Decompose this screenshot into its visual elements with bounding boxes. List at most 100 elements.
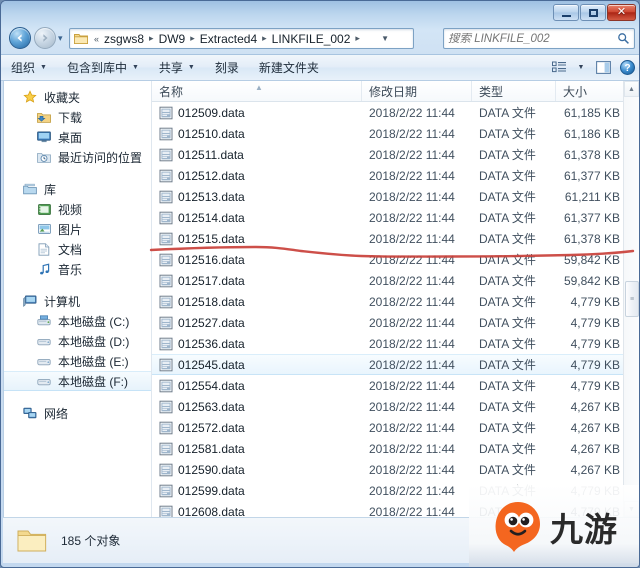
search-input[interactable] (448, 32, 617, 45)
table-row[interactable]: 012515.data 2018/2/22 11:44 DATA 文件 61,378 … (152, 228, 639, 249)
toolbar-share-button[interactable]: 共享 ▼ (149, 57, 205, 79)
breadcrumb-separator[interactable]: ▸ (262, 33, 267, 44)
sidebar-item-desktop[interactable]: 桌面 (4, 127, 151, 147)
sidebar-item-network[interactable]: 网络 (4, 403, 151, 423)
table-row[interactable]: 012512.data 2018/2/22 11:44 DATA 文件 61,377 … (152, 165, 639, 186)
sidebar-item-videos[interactable]: 视频 (4, 199, 151, 219)
table-row[interactable]: 012563.data 2018/2/22 11:44 DATA 文件 4,267 K… (152, 396, 639, 417)
table-row[interactable]: 012518.data 2018/2/22 11:44 DATA 文件 4,779 K… (152, 291, 639, 312)
table-row[interactable]: 012545.data 2018/2/22 11:44 DATA 文件 4,779 K… (152, 354, 639, 375)
file-date-cell: 2018/2/22 11:44 (369, 273, 455, 288)
file-name-cell: 012527.data (152, 316, 362, 330)
toolbar-burn-button[interactable]: 刻录 (205, 57, 249, 79)
recent-pages-button[interactable]: ▾ (58, 34, 67, 43)
scrollbar-thumb[interactable]: ≡ (625, 281, 639, 317)
view-list-icon (551, 61, 566, 73)
sidebar-item-computer[interactable]: 计算机 (4, 291, 151, 311)
file-type-cell: DATA 文件 (479, 211, 536, 225)
table-row[interactable]: 012514.data 2018/2/22 11:44 DATA 文件 61,377 … (152, 207, 639, 228)
breadcrumb-item-dw9[interactable]: DW9 (157, 31, 188, 47)
scroll-up-button[interactable]: ▲ (624, 81, 639, 97)
sidebar-item-downloads[interactable]: 下载 (4, 107, 151, 127)
minimize-button[interactable] (553, 4, 579, 21)
file-type-cell: DATA 文件 (479, 127, 536, 141)
toolbar-new-folder-button[interactable]: 新建文件夹 (249, 57, 329, 79)
breadcrumb-item-linkfile-002[interactable]: LINKFILE_002 (270, 31, 353, 47)
file-date-cell: 2018/2/22 11:44 (369, 126, 455, 141)
search-icon (618, 33, 629, 44)
sidebar-item-music[interactable]: 音乐 (4, 259, 151, 279)
sidebar-item-pictures[interactable]: 图片 (4, 219, 151, 239)
help-button[interactable]: ? (620, 60, 635, 75)
file-type-cell: DATA 文件 (479, 295, 536, 309)
data-file-icon (159, 127, 173, 140)
file-size-cell: 4,779 KB (570, 357, 620, 372)
table-row[interactable]: 012590.data 2018/2/22 11:44 DATA 文件 4,267 K… (152, 459, 639, 480)
table-row[interactable]: 012527.data 2018/2/22 11:44 DATA 文件 4,779 K… (152, 312, 639, 333)
change-view-button[interactable] (548, 58, 570, 78)
preview-pane-icon (595, 61, 611, 74)
forward-button[interactable] (34, 27, 56, 49)
table-row[interactable]: 012516.data 2018/2/22 11:44 DATA 文件 59,842 … (152, 249, 639, 270)
sidebar-item-documents[interactable]: 文档 (4, 239, 151, 259)
back-button[interactable] (9, 27, 31, 49)
sidebar-label: 视频 (58, 202, 83, 217)
sidebar-label: 桌面 (58, 130, 83, 145)
file-date-cell: 2018/2/22 11:44 (369, 504, 455, 518)
view-dropdown-button[interactable]: ▼ (570, 58, 592, 78)
column-header-name[interactable]: 名称 ▲ (152, 81, 362, 101)
table-row[interactable]: 012572.data 2018/2/22 11:44 DATA 文件 4,267 K… (152, 417, 639, 438)
close-button[interactable]: ✕ (607, 4, 636, 21)
address-bar[interactable]: « zsgws8 ▸ DW9 ▸ Extracted4 ▸ LINKFILE_0… (69, 28, 414, 49)
sidebar-group-network: 网络 (4, 403, 151, 423)
toolbar-organize-label: 组织 (11, 61, 36, 75)
file-size-cell: 61,185 KB (563, 105, 620, 120)
file-size-cell: 61,378 KB (563, 147, 620, 162)
table-row[interactable]: 012536.data 2018/2/22 11:44 DATA 文件 4,779 K… (152, 333, 639, 354)
sidebar-item-libraries[interactable]: 库 (4, 179, 151, 199)
data-file-icon (159, 505, 173, 517)
table-row[interactable]: 012509.data 2018/2/22 11:44 DATA 文件 61,185 … (152, 102, 639, 123)
table-row[interactable]: 012581.data 2018/2/22 11:44 DATA 文件 4,267 K… (152, 438, 639, 459)
breadcrumb-separator[interactable]: ▸ (355, 33, 360, 44)
sidebar-item-drive-e[interactable]: 本地磁盘 (E:) (4, 351, 151, 371)
file-name-label: 012514.data (178, 210, 245, 225)
preview-pane-button[interactable] (592, 58, 614, 78)
breadcrumb-overflow[interactable]: « (94, 34, 99, 44)
table-row[interactable]: 012513.data 2018/2/22 11:44 DATA 文件 61,211 … (152, 186, 639, 207)
toolbar-include-in-library-button[interactable]: 包含到库中 ▼ (57, 57, 149, 79)
sidebar-item-drive-d[interactable]: 本地磁盘 (D:) (4, 331, 151, 351)
data-file-icon (159, 316, 173, 329)
table-row[interactable]: 012517.data 2018/2/22 11:44 DATA 文件 59,842 … (152, 270, 639, 291)
column-header-date-modified[interactable]: 修改日期 (362, 81, 472, 101)
file-date-cell: 2018/2/22 11:44 (369, 252, 455, 267)
file-name-cell: 012518.data (152, 295, 362, 309)
breadcrumb-separator[interactable]: ▸ (149, 33, 154, 44)
navigation-pane[interactable]: 收藏夹 下载 桌面 最近访问的位置 库 视频 图片 文档 音乐 计算机 本地磁盘… (4, 81, 152, 517)
sidebar-item-recent-places[interactable]: 最近访问的位置 (4, 147, 151, 167)
file-name-label: 012536.data (178, 336, 245, 351)
maximize-button[interactable] (580, 4, 606, 21)
file-name-label: 012516.data (178, 252, 245, 267)
breadcrumb-item-zsgws8[interactable]: zsgws8 (102, 31, 146, 47)
search-box[interactable] (443, 28, 635, 49)
sort-ascending-icon: ▲ (255, 83, 263, 92)
file-date-cell: 2018/2/22 11:44 (369, 336, 455, 351)
desktop-icon (36, 129, 52, 145)
sidebar-item-drive-f[interactable]: 本地磁盘 (F:) (4, 371, 151, 391)
breadcrumb-separator[interactable]: ▸ (190, 33, 195, 44)
breadcrumb-item-extracted4[interactable]: Extracted4 (198, 31, 259, 47)
file-size-cell: 4,779 KB (570, 336, 620, 351)
address-dropdown-button[interactable]: ▼ (381, 34, 389, 43)
column-header-size[interactable]: 大小 (556, 81, 630, 101)
toolbar-organize-button[interactable]: 组织 ▼ (1, 57, 57, 79)
sidebar-item-drive-c[interactable]: 本地磁盘 (C:) (4, 311, 151, 331)
table-row[interactable]: 012554.data 2018/2/22 11:44 DATA 文件 4,779 K… (152, 375, 639, 396)
column-header-type[interactable]: 类型 (472, 81, 556, 101)
vertical-scrollbar[interactable]: ▲ ≡ ▼ (623, 81, 639, 517)
table-row[interactable]: 012511.data 2018/2/22 11:44 DATA 文件 61,378 … (152, 144, 639, 165)
table-row[interactable]: 012510.data 2018/2/22 11:44 DATA 文件 61,186 … (152, 123, 639, 144)
column-headers: 名称 ▲ 修改日期 类型 大小 (152, 81, 639, 102)
sidebar-item-favorites[interactable]: 收藏夹 (4, 87, 151, 107)
file-list-pane[interactable]: 名称 ▲ 修改日期 类型 大小 012509.data 2018/2/22 11:… (152, 81, 639, 517)
